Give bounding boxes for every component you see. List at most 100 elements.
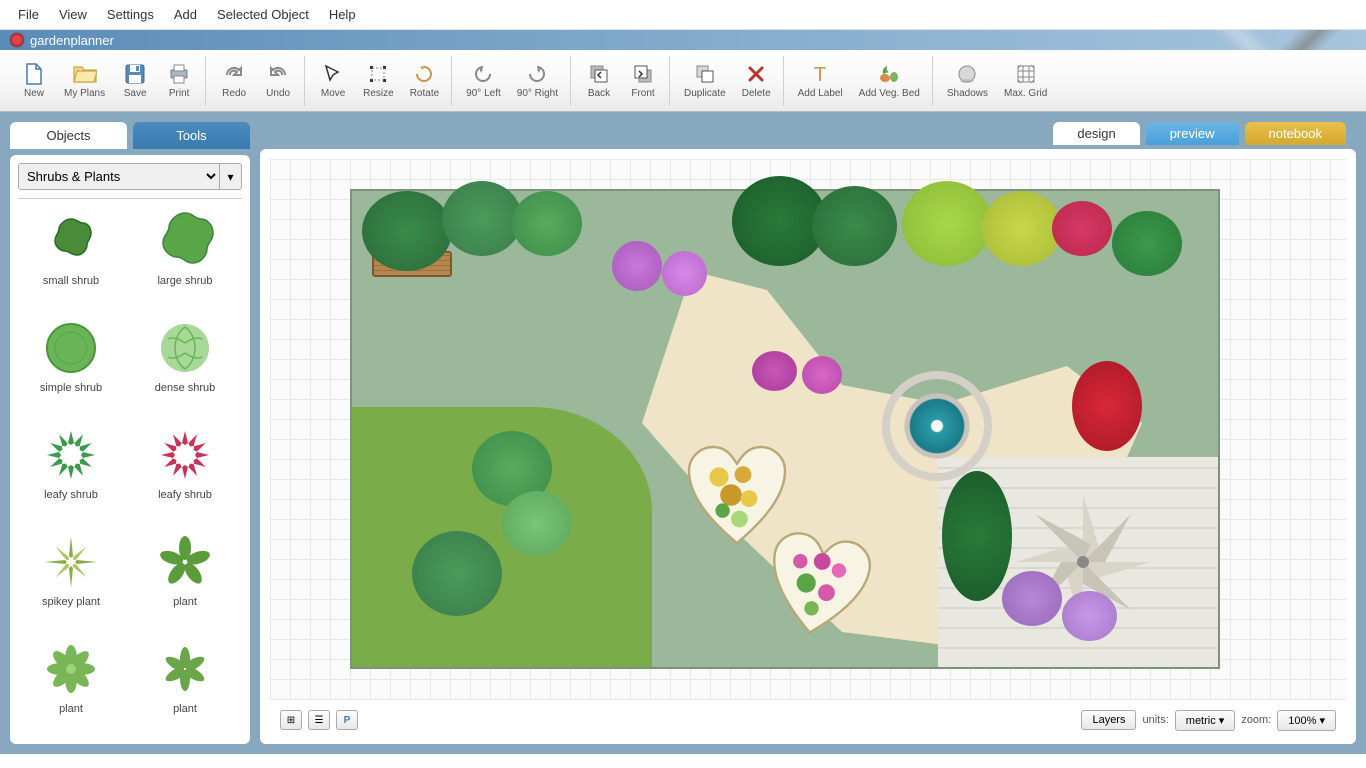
shrub[interactable] bbox=[902, 181, 992, 266]
zoom-label: zoom: bbox=[1241, 714, 1271, 726]
brand-decoration bbox=[1166, 30, 1366, 50]
zoom-select[interactable]: 100% ▾ bbox=[1277, 710, 1336, 731]
print-button[interactable]: Print bbox=[159, 60, 199, 101]
object-leafy-shrub-green[interactable]: leafy shrub bbox=[18, 419, 124, 522]
shrub[interactable] bbox=[812, 186, 897, 266]
object-plant-leaf[interactable]: plant bbox=[132, 526, 238, 629]
brand-logo-icon bbox=[10, 33, 24, 47]
delete-button[interactable]: Delete bbox=[736, 60, 777, 101]
status-bar: ⊞ ☰ P Layers units: metric ▾ zoom: 100% … bbox=[270, 706, 1346, 734]
duplicate-button[interactable]: Duplicate bbox=[678, 60, 732, 101]
veg-bed-icon bbox=[877, 62, 901, 86]
design-canvas[interactable] bbox=[270, 159, 1346, 700]
shrub[interactable] bbox=[982, 191, 1062, 266]
object-small-shrub[interactable]: small shrub bbox=[18, 205, 124, 308]
save-button[interactable]: Save bbox=[115, 60, 155, 101]
units-label: units: bbox=[1142, 714, 1168, 726]
print-icon bbox=[167, 62, 191, 86]
bring-front-icon bbox=[631, 62, 655, 86]
resize-button[interactable]: Resize bbox=[357, 60, 400, 101]
list-view-icon[interactable]: ☰ bbox=[308, 710, 330, 730]
max-grid-button[interactable]: Max. Grid bbox=[998, 60, 1053, 101]
flower-cluster[interactable] bbox=[1052, 201, 1112, 256]
flower-cluster[interactable] bbox=[662, 251, 707, 296]
undo-button[interactable]: Undo bbox=[258, 60, 298, 101]
object-plant-flower-1[interactable]: plant bbox=[18, 633, 124, 736]
shrub[interactable] bbox=[362, 191, 452, 271]
object-list[interactable]: small shrub large shrub simple shrub den… bbox=[18, 205, 242, 736]
redo-icon bbox=[222, 62, 246, 86]
brand-bar: gardenplanner bbox=[0, 30, 1366, 50]
canvas-frame: ⊞ ☰ P Layers units: metric ▾ zoom: 100% … bbox=[260, 149, 1356, 744]
rotate-button[interactable]: Rotate bbox=[404, 60, 445, 101]
shrub[interactable] bbox=[412, 531, 502, 616]
redo-button[interactable]: Redo bbox=[214, 60, 254, 101]
send-back-button[interactable]: Back bbox=[579, 60, 619, 101]
object-dense-shrub[interactable]: dense shrub bbox=[132, 312, 238, 415]
units-select[interactable]: metric ▾ bbox=[1175, 710, 1236, 731]
heart-flower-bed-2[interactable] bbox=[743, 521, 892, 662]
sidebar-tab-tools[interactable]: Tools bbox=[133, 122, 250, 149]
layers-button[interactable]: Layers bbox=[1081, 710, 1136, 730]
flower-cluster[interactable] bbox=[752, 351, 797, 391]
brand-title: gardenplanner bbox=[30, 33, 114, 48]
menu-add[interactable]: Add bbox=[164, 3, 207, 26]
undo-icon bbox=[266, 62, 290, 86]
sidebar-panel: Shrubs & Plants ▾ small shrub large shru… bbox=[10, 155, 250, 744]
add-veg-bed-button[interactable]: Add Veg. Bed bbox=[853, 60, 926, 101]
sidebar-tab-objects[interactable]: Objects bbox=[10, 122, 127, 149]
canvas-area: design preview notebook bbox=[260, 122, 1356, 744]
flower-cluster[interactable] bbox=[1072, 361, 1142, 451]
shrub[interactable] bbox=[442, 181, 522, 256]
category-dropdown-icon[interactable]: ▾ bbox=[220, 163, 242, 190]
my-plans-button[interactable]: My Plans bbox=[58, 60, 111, 101]
rotate-90-right-button[interactable]: 90° Right bbox=[511, 60, 564, 101]
move-button[interactable]: Move bbox=[313, 60, 353, 101]
object-leafy-shrub-red[interactable]: leafy shrub bbox=[132, 419, 238, 522]
object-large-shrub[interactable]: large shrub bbox=[132, 205, 238, 308]
canvas-tab-preview[interactable]: preview bbox=[1146, 122, 1239, 145]
grid-view-icon[interactable]: ⊞ bbox=[280, 710, 302, 730]
canvas-tab-notebook[interactable]: notebook bbox=[1245, 122, 1347, 145]
canvas-tabs: design preview notebook bbox=[260, 122, 1356, 145]
move-icon bbox=[321, 62, 345, 86]
bring-front-button[interactable]: Front bbox=[623, 60, 663, 101]
shrub[interactable] bbox=[512, 191, 582, 256]
object-plant-flower-2[interactable]: plant bbox=[132, 633, 238, 736]
rotate-90-left-button[interactable]: 90° Left bbox=[460, 60, 507, 101]
send-back-icon bbox=[587, 62, 611, 86]
menubar: File View Settings Add Selected Object H… bbox=[0, 0, 1366, 30]
sidebar: Objects Tools Shrubs & Plants ▾ small sh… bbox=[10, 122, 250, 744]
menu-help[interactable]: Help bbox=[319, 3, 366, 26]
folder-icon bbox=[73, 62, 97, 86]
new-button[interactable]: New bbox=[14, 60, 54, 101]
shadows-button[interactable]: Shadows bbox=[941, 60, 994, 101]
shrub[interactable] bbox=[502, 491, 572, 556]
flower-cluster[interactable] bbox=[1002, 571, 1062, 626]
resize-icon bbox=[366, 62, 390, 86]
add-label-button[interactable]: TAdd Label bbox=[792, 60, 849, 101]
menu-view[interactable]: View bbox=[49, 3, 97, 26]
canvas-tab-design[interactable]: design bbox=[1053, 122, 1139, 145]
flower-cluster[interactable] bbox=[802, 356, 842, 394]
shrub[interactable] bbox=[942, 471, 1012, 601]
object-simple-shrub[interactable]: simple shrub bbox=[18, 312, 124, 415]
garden-plot[interactable] bbox=[350, 189, 1220, 669]
shrub[interactable] bbox=[1112, 211, 1182, 276]
sidebar-tabs: Objects Tools bbox=[10, 122, 250, 149]
svg-text:T: T bbox=[814, 64, 826, 84]
divider bbox=[18, 198, 242, 199]
shadows-icon bbox=[955, 62, 979, 86]
menu-settings[interactable]: Settings bbox=[97, 3, 164, 26]
menu-selected-object[interactable]: Selected Object bbox=[207, 3, 319, 26]
category-select[interactable]: Shrubs & Plants bbox=[18, 163, 220, 190]
flower-cluster[interactable] bbox=[1062, 591, 1117, 641]
property-view-icon[interactable]: P bbox=[336, 710, 358, 730]
menu-file[interactable]: File bbox=[8, 3, 49, 26]
fountain[interactable] bbox=[882, 371, 992, 481]
rotate-icon bbox=[412, 62, 436, 86]
object-spikey-plant[interactable]: spikey plant bbox=[18, 526, 124, 629]
duplicate-icon bbox=[693, 62, 717, 86]
flower-cluster[interactable] bbox=[612, 241, 662, 291]
workspace: Objects Tools Shrubs & Plants ▾ small sh… bbox=[0, 112, 1366, 754]
